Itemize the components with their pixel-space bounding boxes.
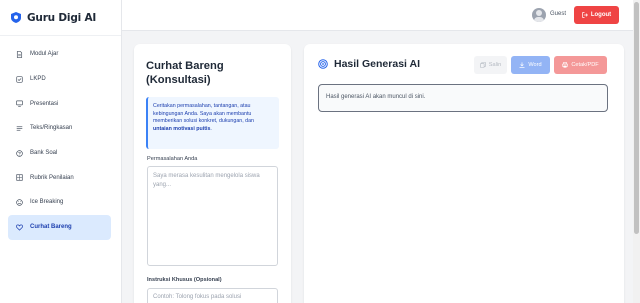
consultation-form-panel: Curhat Bareng (Konsultasi) Ceritakan per… <box>134 44 291 303</box>
sidebar-item-bank-soal[interactable]: Bank Soal <box>8 141 111 166</box>
sidebar-item-label: Presentasi <box>30 100 59 107</box>
instruction-input[interactable]: Contoh: Tolong fokus pada solusi <box>147 288 278 303</box>
scrollbar-thumb[interactable] <box>634 2 639 234</box>
sidebar-item-label: LKPD <box>30 76 46 83</box>
avatar[interactable] <box>532 8 546 22</box>
sidebar-item-label: Teks/Ringkasan <box>30 125 73 132</box>
info-end: . <box>210 125 212 132</box>
grid-icon <box>16 174 23 181</box>
text-lines-icon <box>16 126 23 131</box>
brand-name: Guru Digi AI <box>27 11 97 24</box>
result-title: Hasil Generasi AI <box>334 58 420 70</box>
smile-icon <box>16 199 23 206</box>
question-circle-icon <box>16 149 23 157</box>
sidebar: Guru Digi AI Modul Ajar LKPD Presentasi … <box>0 0 122 303</box>
instruction-placeholder: Contoh: Tolong fokus pada solusi <box>153 294 242 300</box>
logout-button[interactable]: Logout <box>574 6 619 24</box>
info-box: Ceritakan permasalahan, tantangan, atau … <box>146 97 279 149</box>
problem-textarea[interactable]: Saya merasa kesulitan mengelola siswa ya… <box>147 166 278 266</box>
problem-label: Permasalahan Anda <box>147 156 198 162</box>
sidebar-item-label: Ice Breaking <box>30 199 64 206</box>
sidebar-item-label: Bank Soal <box>30 150 58 157</box>
info-emphasis: untaian motivasi puitis <box>153 125 211 132</box>
logout-icon <box>582 12 588 18</box>
form-title: Curhat Bareng (Konsultasi) <box>146 60 224 86</box>
sidebar-item-ice-breaking[interactable]: Ice Breaking <box>8 190 111 215</box>
sidebar-item-label: Curhat Bareng <box>30 224 72 231</box>
print-label: Cetak/PDF <box>571 62 599 68</box>
result-output: Hasil generasi AI akan muncul di sini. <box>318 84 608 112</box>
word-label: Word <box>528 62 542 68</box>
logo-icon <box>11 12 21 23</box>
info-text: Ceritakan permasalahan, tantangan, atau … <box>153 103 254 125</box>
copy-icon <box>479 62 486 68</box>
monitor-icon <box>16 100 23 107</box>
sidebar-item-presentasi[interactable]: Presentasi <box>8 91 111 116</box>
page-scrollbar[interactable] <box>633 0 640 303</box>
download-icon <box>519 62 525 68</box>
printer-icon <box>562 62 569 68</box>
checkbox-icon <box>16 75 23 83</box>
sidebar-item-label: Modul Ajar <box>30 51 59 58</box>
print-pdf-button[interactable]: Cetak/PDF <box>554 56 607 74</box>
target-icon <box>318 59 328 69</box>
sidebar-item-rubrik-penilaian[interactable]: Rubrik Penilaian <box>8 165 111 190</box>
sidebar-nav: Modul Ajar LKPD Presentasi Teks/Ringkasa… <box>0 36 121 240</box>
logout-label: Logout <box>590 12 612 18</box>
word-button[interactable]: Word <box>511 56 550 74</box>
sidebar-item-label: Rubrik Penilaian <box>30 174 74 181</box>
heart-icon <box>16 224 23 231</box>
instruction-label: Instruksi Khusus (Opsional) <box>147 277 222 283</box>
result-placeholder: Hasil generasi AI akan muncul di sini. <box>326 94 426 100</box>
copy-button[interactable]: Salin <box>474 56 507 74</box>
sidebar-item-modul-ajar[interactable]: Modul Ajar <box>8 42 111 67</box>
copy-label: Salin <box>488 62 502 68</box>
problem-placeholder: Saya merasa kesulitan mengelola siswa ya… <box>153 173 260 188</box>
user-name: Guest <box>550 11 567 17</box>
sidebar-item-teks-ringkasan[interactable]: Teks/Ringkasan <box>8 116 111 141</box>
sidebar-item-curhat-bareng[interactable]: Curhat Bareng <box>8 214 111 240</box>
result-header: Hasil Generasi AI <box>318 58 420 70</box>
result-panel: Hasil Generasi AI Salin Word Cetak/PDF H… <box>304 44 624 303</box>
sidebar-item-lkpd[interactable]: LKPD <box>8 67 111 92</box>
document-icon <box>16 50 23 58</box>
brand[interactable]: Guru Digi AI <box>0 0 121 36</box>
